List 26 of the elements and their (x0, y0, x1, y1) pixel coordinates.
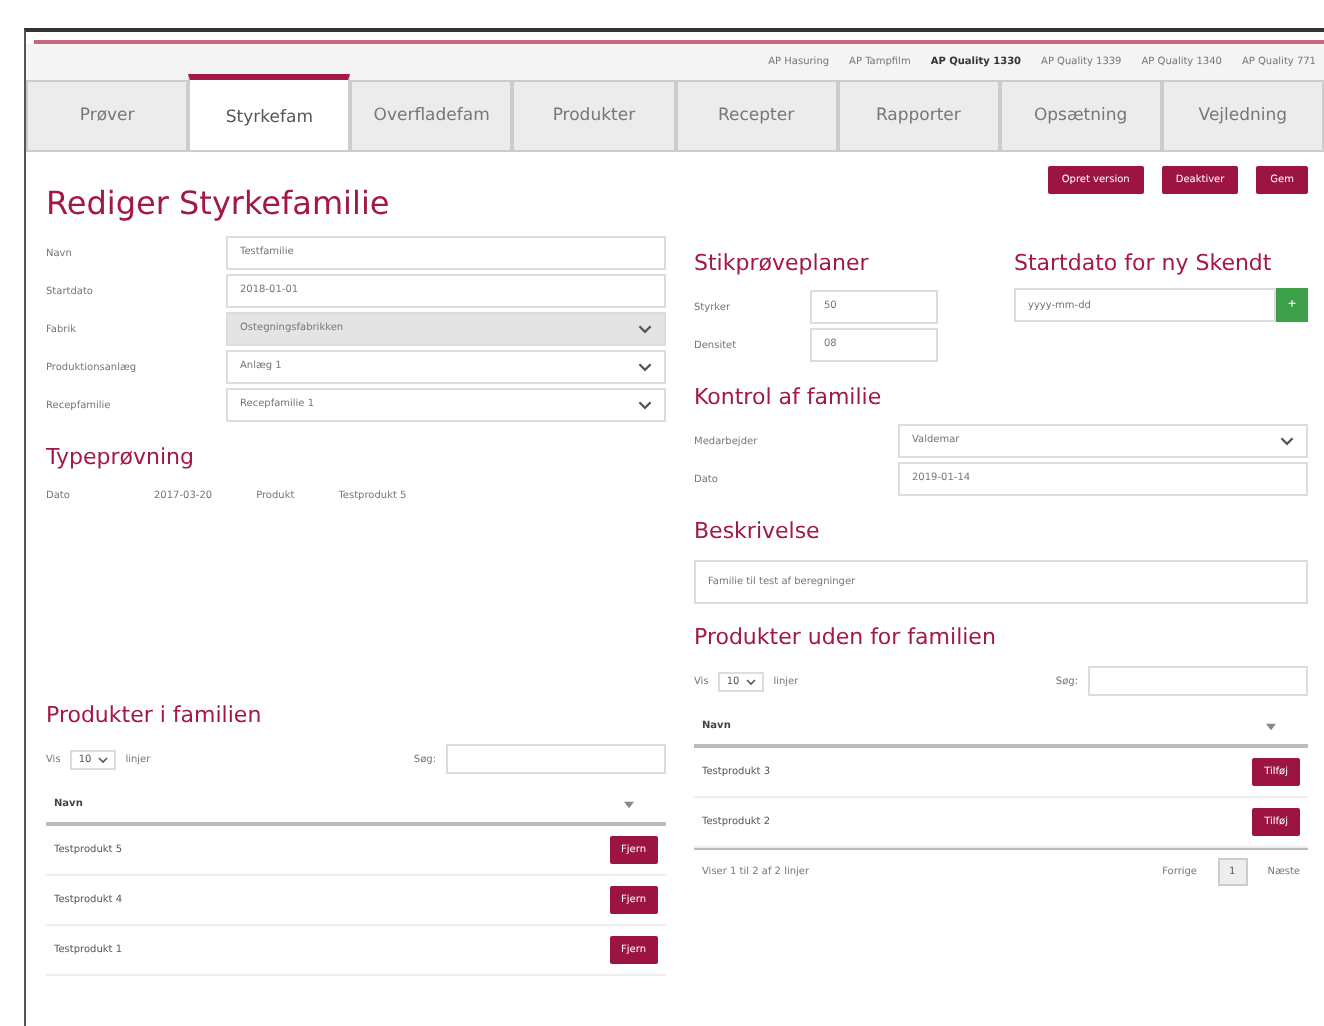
tab[interactable]: Opsætning (999, 80, 1162, 150)
section-title: Produkter uden for familien (694, 622, 998, 654)
chevron-down-icon (97, 755, 108, 763)
page-title: Rediger Styrkefamilie (46, 182, 392, 226)
tab[interactable]: Vejledning (1161, 80, 1324, 150)
tab[interactable]: Prøver (26, 80, 189, 150)
tab[interactable]: Recepter (675, 80, 838, 150)
chevron-down-icon (638, 324, 652, 334)
search-field[interactable] (446, 744, 666, 774)
section-title: Beskrivelse (694, 516, 822, 548)
sort-icon[interactable] (624, 799, 634, 809)
tab[interactable]: Overfladefam (350, 80, 513, 150)
tab[interactable]: Produkter (512, 80, 675, 150)
chevron-down-icon (745, 677, 756, 685)
chevron-down-icon (1280, 436, 1294, 446)
sort-icon[interactable] (1266, 721, 1276, 731)
search-field[interactable] (1088, 666, 1308, 696)
tab[interactable]: Styrkefam (188, 74, 351, 150)
section-title: Typeprøvning (46, 442, 196, 474)
tab[interactable]: Rapporter (837, 80, 1000, 150)
section-title: Stikprøveplaner (694, 248, 871, 280)
section-title: Produkter i familien (46, 700, 264, 732)
section-title: Kontrol af familie (694, 382, 884, 414)
section-title: Startdato for ny Skendt (1014, 248, 1274, 280)
chevron-down-icon (638, 400, 652, 410)
chevron-down-icon (638, 362, 652, 372)
